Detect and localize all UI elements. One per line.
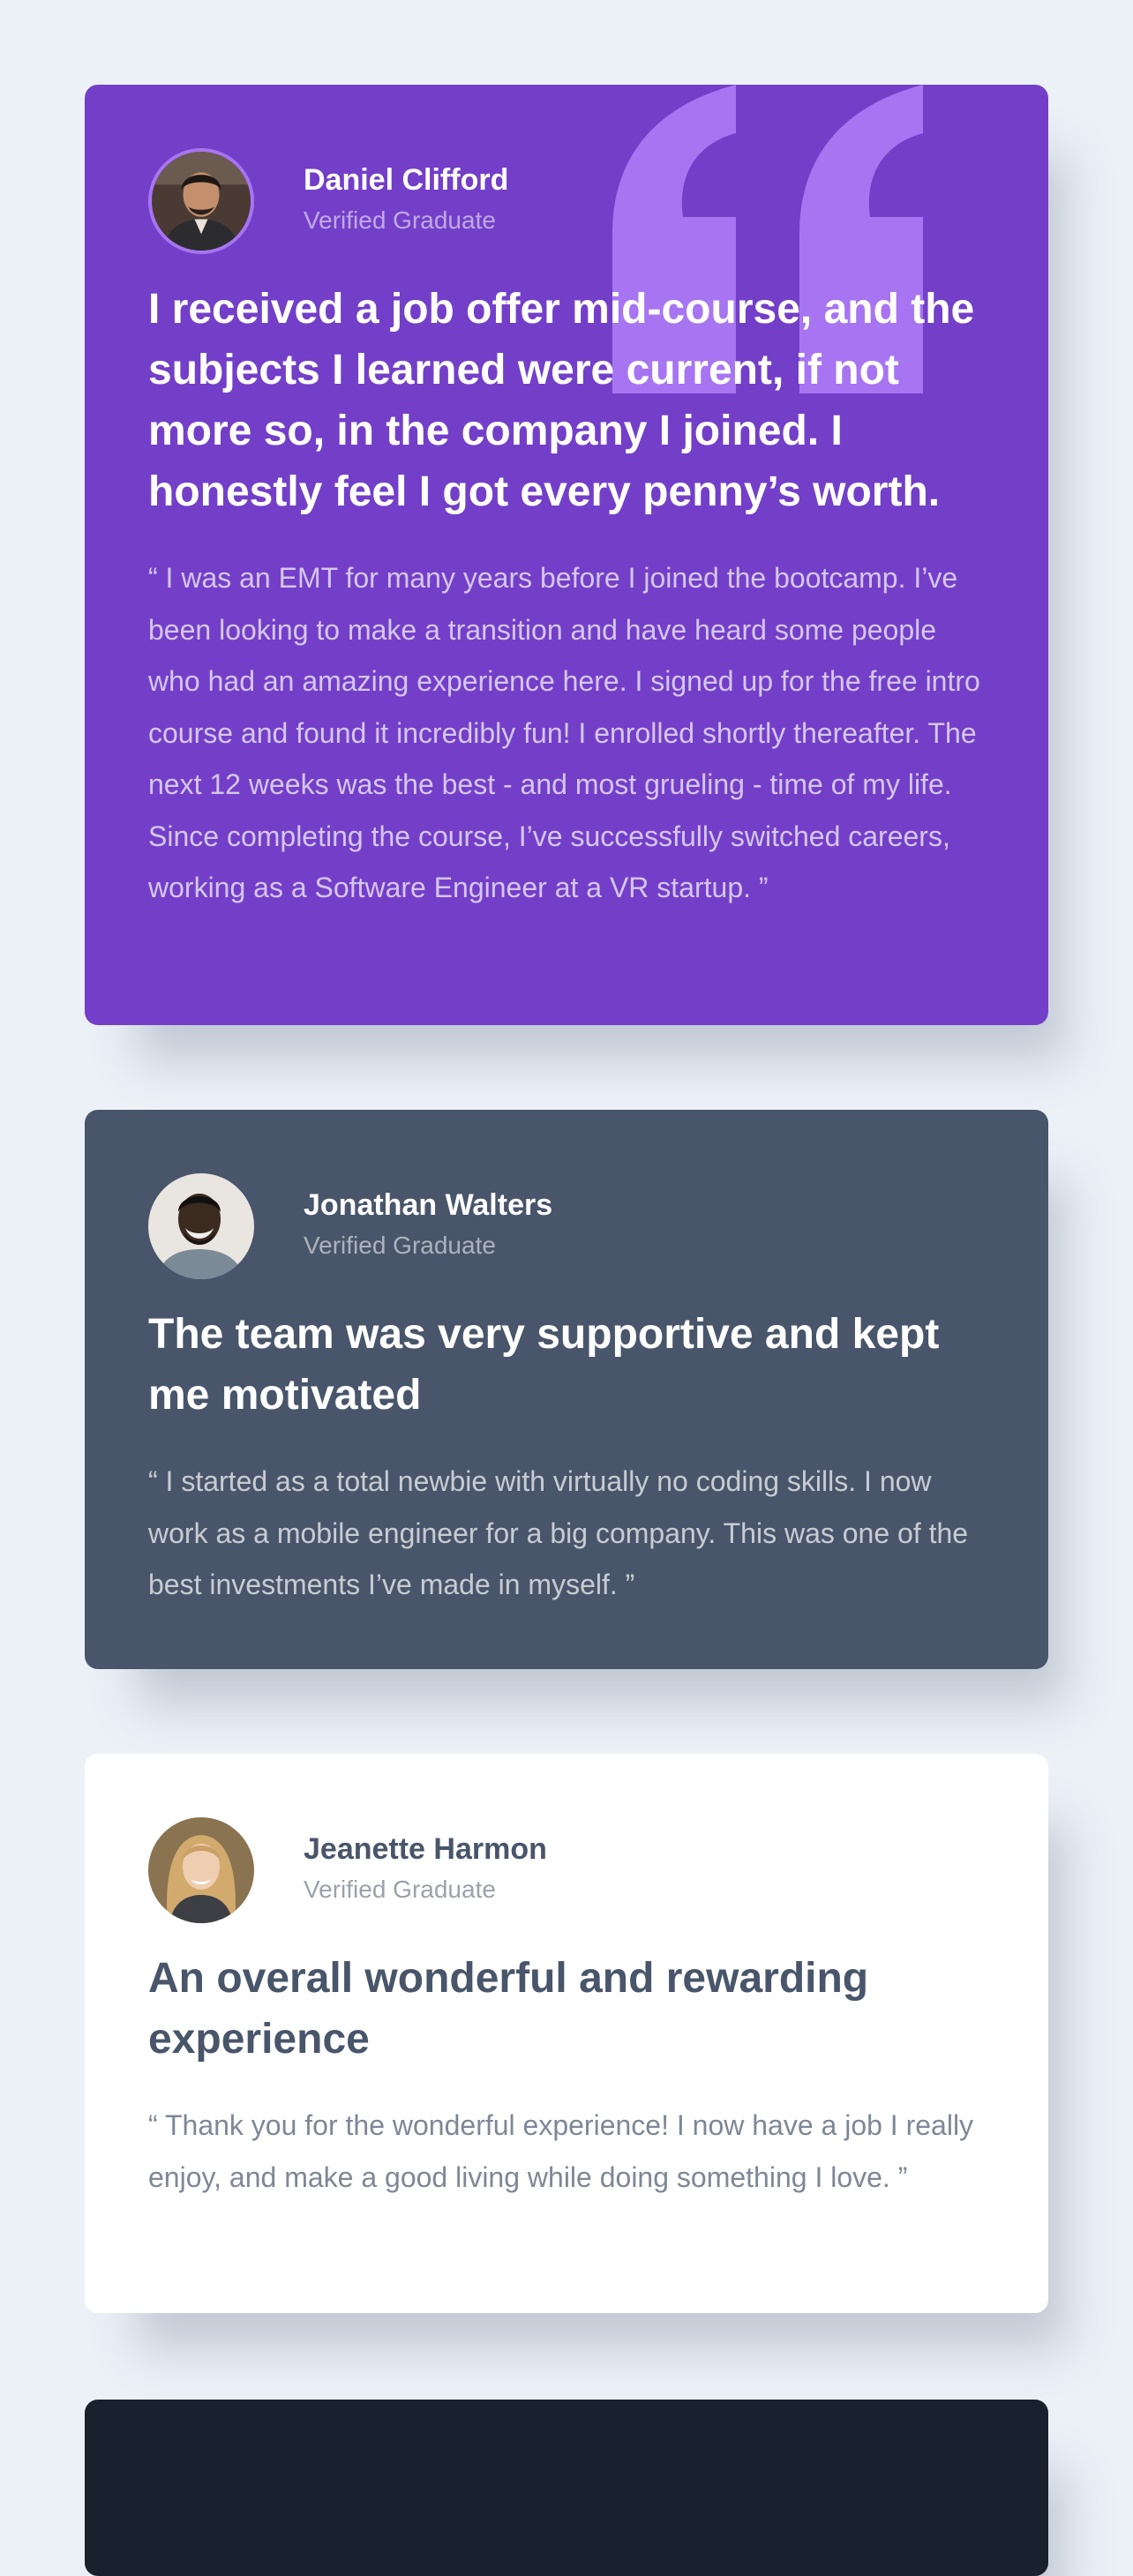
testimonial-card-partial <box>85 2400 1048 2576</box>
avatar <box>148 1817 254 1923</box>
testimonial-quote: “ Thank you for the wonderful experience… <box>148 2109 974 2193</box>
person-name: Jeanette Harmon <box>304 1832 547 1866</box>
avatar <box>148 1173 254 1279</box>
testimonial-headline: The team was very supportive and kept me… <box>148 1311 940 1419</box>
testimonial-header: Jeanette Harmon Verified Graduate <box>148 1817 985 1923</box>
testimonial-header: Daniel Clifford Verified Graduate <box>148 148 985 254</box>
testimonial-quote: “ I started as a total newbie with virtu… <box>148 1465 969 1600</box>
testimonial-card-jonathan: Jonathan Walters Verified Graduate The t… <box>85 1110 1048 1669</box>
testimonial-card-daniel: Daniel Clifford Verified Graduate I rece… <box>85 85 1048 1025</box>
testimonial-headline: An overall wonderful and rewarding exper… <box>148 1955 869 2063</box>
avatar <box>148 148 254 254</box>
verified-graduate-label: Verified Graduate <box>304 1232 496 1259</box>
person-name: Daniel Clifford <box>304 163 509 197</box>
verified-graduate-label: Verified Graduate <box>304 1876 496 1903</box>
person-name: Jonathan Walters <box>304 1188 553 1222</box>
testimonial-quote: “ I was an EMT for many years before I j… <box>148 562 980 903</box>
verified-graduate-label: Verified Graduate <box>304 206 496 234</box>
testimonial-headline: I received a job offer mid-course, and t… <box>148 286 975 515</box>
testimonial-card-jeanette: Jeanette Harmon Verified Graduate An ove… <box>85 1754 1048 2313</box>
testimonial-header: Jonathan Walters Verified Graduate <box>148 1173 985 1279</box>
